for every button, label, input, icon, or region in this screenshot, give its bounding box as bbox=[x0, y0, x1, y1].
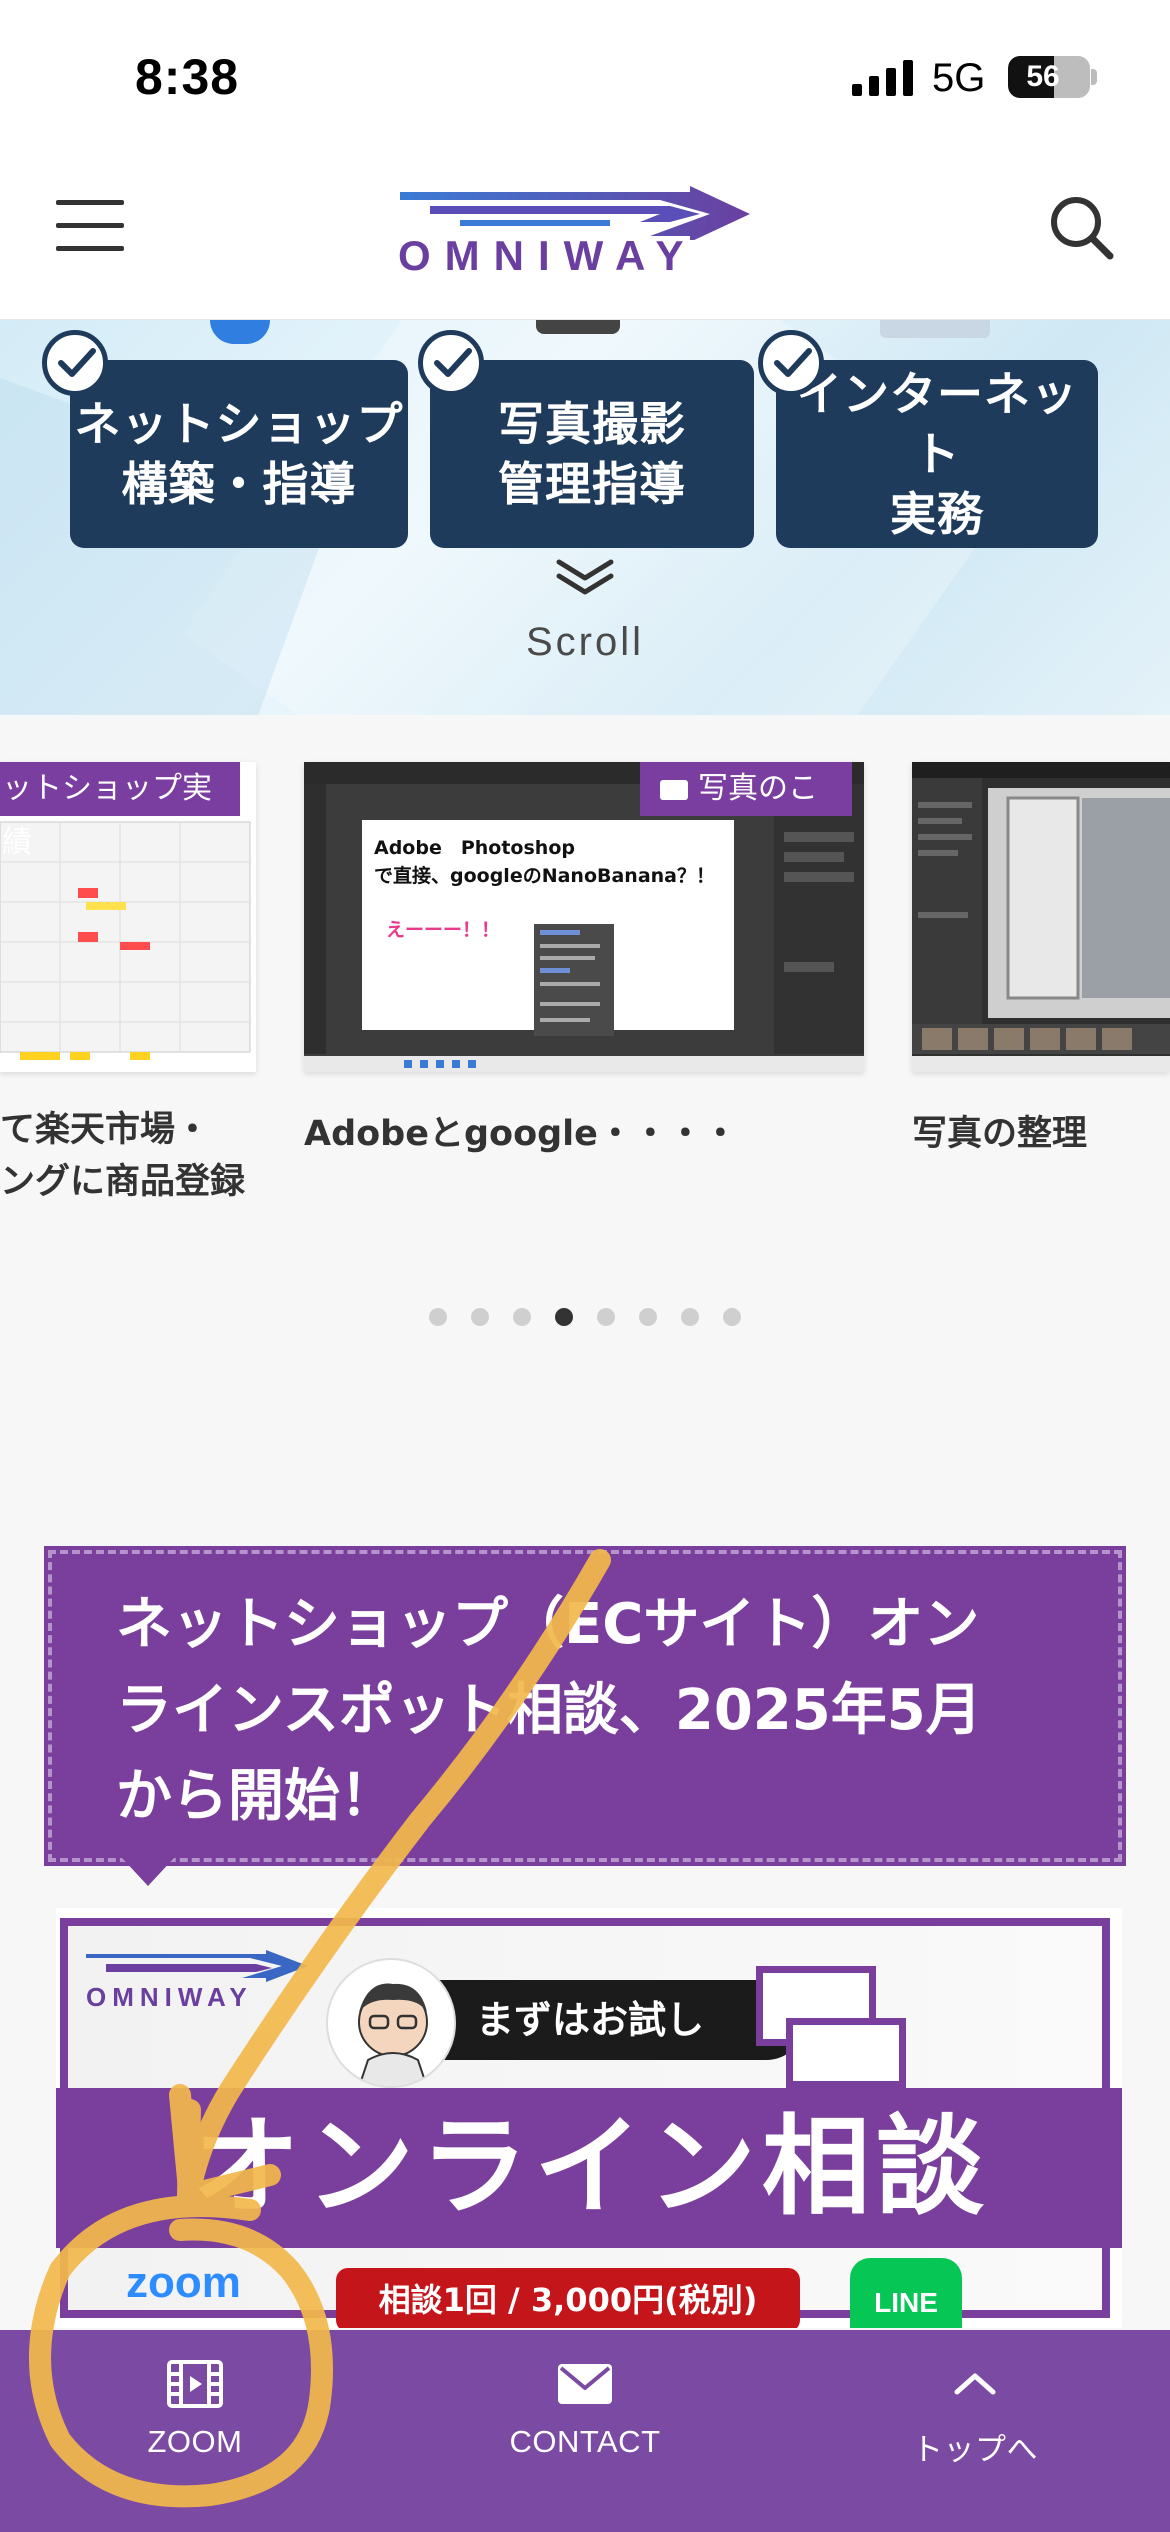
slide-title[interactable]: 写真の整理 bbox=[912, 1108, 1170, 1160]
film-icon bbox=[167, 2360, 223, 2408]
consultation-banner[interactable]: OMNIWAY まずはお試し オンライン相談 zoom 相談1回 / 3,000… bbox=[56, 1908, 1122, 2328]
nav-label: CONTACT bbox=[509, 2424, 661, 2459]
article-title[interactable]: ネットショップ（ECサイト）オン ラインスポット相談、2025年5月 から開始！ bbox=[44, 1546, 1126, 1866]
hamburger-menu-icon[interactable] bbox=[56, 200, 124, 252]
double-chevron-down-icon[interactable] bbox=[555, 558, 615, 598]
status-bar: 8:38 5G 56 bbox=[0, 0, 1170, 140]
nav-zoom-button[interactable]: ZOOM bbox=[45, 2354, 345, 2504]
service-card-line: 構築・指導 bbox=[121, 457, 357, 511]
hero-section: ネットショップ 構築・指導 写真撮影 管理指導 インターネット 実務 Scrol… bbox=[0, 320, 1170, 715]
checkmark-icon bbox=[42, 330, 108, 396]
search-icon[interactable] bbox=[1046, 192, 1116, 262]
carousel-dot[interactable] bbox=[555, 1308, 573, 1326]
category-label[interactable]: ットショップ実績 bbox=[0, 762, 240, 860]
speech-tail bbox=[122, 1858, 174, 1886]
hero-decoration bbox=[880, 320, 990, 338]
battery-icon: 56 bbox=[1008, 56, 1090, 98]
service-card-photo: 写真撮影 管理指導 bbox=[430, 360, 754, 548]
logo-speed-lines-icon bbox=[86, 1950, 308, 1982]
carousel-pagination bbox=[0, 1308, 1170, 1328]
slide-title[interactable]: て楽天市場・ ングに商品登録 bbox=[0, 1104, 256, 1208]
slide-title-line: ングに商品登録 bbox=[0, 1162, 246, 1202]
scroll-label[interactable]: Scroll bbox=[0, 620, 1170, 665]
service-card-internet: インターネット 実務 bbox=[776, 360, 1098, 548]
service-card-line: 実務 bbox=[890, 487, 984, 541]
logo-text: OMNIWAY bbox=[398, 232, 698, 279]
status-time: 8:38 bbox=[135, 49, 240, 105]
photo-manager-thumbnail bbox=[912, 762, 1170, 1072]
folder-icon bbox=[660, 780, 688, 800]
hero-decoration bbox=[210, 320, 270, 344]
image-text: Adobe Photoshop bbox=[374, 837, 575, 859]
carousel-dot[interactable] bbox=[597, 1308, 615, 1326]
network-type: 5G bbox=[932, 56, 986, 100]
carousel-dot[interactable] bbox=[471, 1308, 489, 1326]
nav-label: トップへ bbox=[912, 2432, 1038, 2467]
nav-top-button[interactable]: トップへ bbox=[825, 2354, 1125, 2504]
avatar bbox=[326, 1958, 456, 2088]
carousel-dot[interactable] bbox=[723, 1308, 741, 1326]
service-card-line: 管理指導 bbox=[498, 457, 686, 511]
slide-title[interactable]: Adobeとgoogle・・・・ bbox=[304, 1108, 864, 1160]
article-title-line: ラインスポット相談、2025年5月 bbox=[116, 1678, 982, 1743]
nav-label: ZOOM bbox=[147, 2424, 243, 2459]
image-text: えーーー！！ bbox=[386, 919, 500, 941]
chat-bubble-icon bbox=[786, 2018, 906, 2088]
carousel-slide-image[interactable] bbox=[912, 762, 1170, 1072]
bottom-navigation: ZOOM CONTACT トップへ bbox=[0, 2330, 1170, 2532]
service-card-netshop: ネットショップ 構築・指導 bbox=[70, 360, 408, 548]
logo-speed-lines-icon bbox=[400, 186, 750, 240]
battery-tip bbox=[1091, 69, 1097, 85]
site-header: OMNIWAY bbox=[0, 140, 1170, 320]
article-title-line: ネットショップ（ECサイト）オン bbox=[116, 1592, 980, 1657]
service-card-line: インターネット bbox=[796, 367, 1078, 481]
nav-contact-button[interactable]: CONTACT bbox=[435, 2354, 735, 2504]
site-logo[interactable]: OMNIWAY bbox=[320, 170, 850, 288]
carousel-dot[interactable] bbox=[639, 1308, 657, 1326]
service-card-line: 写真撮影 bbox=[498, 397, 686, 451]
price-label: 相談1回 / 3,000円(税別) bbox=[336, 2268, 800, 2328]
slide-title-line: て楽天市場・ bbox=[0, 1110, 211, 1150]
service-card-line: ネットショップ bbox=[74, 397, 404, 451]
carousel-dot[interactable] bbox=[681, 1308, 699, 1326]
cellular-signal-icon bbox=[852, 60, 913, 96]
zoom-logo: zoom bbox=[126, 2258, 241, 2307]
chevron-up-icon bbox=[954, 2373, 996, 2395]
line-logo: LINE bbox=[850, 2258, 962, 2328]
mail-icon bbox=[558, 2364, 612, 2404]
category-label[interactable]: 写真のこと bbox=[640, 762, 852, 860]
article-title-line: から開始！ bbox=[116, 1764, 396, 1829]
carousel-dot[interactable] bbox=[429, 1308, 447, 1326]
carousel-dot[interactable] bbox=[513, 1308, 531, 1326]
banner-logo-text: OMNIWAY bbox=[86, 1982, 253, 2012]
banner-headline: オンライン相談 bbox=[56, 2088, 1122, 2248]
checkmark-icon bbox=[758, 330, 824, 396]
checkmark-icon bbox=[418, 330, 484, 396]
trial-label: まずはお試し bbox=[426, 1980, 806, 2060]
battery-percent: 56 bbox=[1026, 60, 1060, 93]
hero-decoration bbox=[536, 320, 620, 334]
banner-logo: OMNIWAY bbox=[86, 1948, 326, 2012]
